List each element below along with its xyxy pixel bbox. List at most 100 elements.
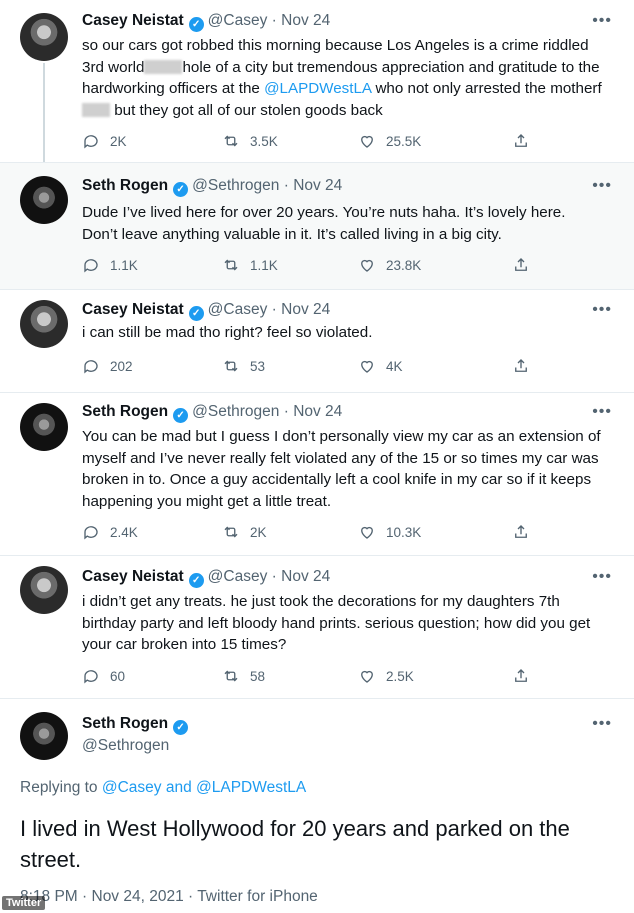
author-name[interactable]: Seth Rogen [82,177,168,194]
avatar-casey[interactable] [20,300,68,348]
heart-icon [361,526,373,539]
share-icon [515,134,527,147]
reply-icon [84,360,98,374]
author-handle[interactable]: @Casey [208,301,268,318]
more-options-icon[interactable]: ••• [592,12,612,30]
reply-icon [84,259,98,273]
like-button[interactable]: 2.5K [358,667,414,685]
share-button[interactable] [512,523,530,541]
retweet-button[interactable]: 3.5K [222,132,278,150]
tweet-actions: 2.4K 2K 10.3K [82,523,552,543]
more-options-icon[interactable]: ••• [592,715,612,733]
verified-icon: ✓ [188,573,204,588]
retweet-button[interactable]: 1.1K [222,256,278,274]
avatar-casey[interactable] [20,566,68,614]
separator-dot: · [271,12,277,29]
verified-icon: ✓ [188,17,204,32]
reply-button[interactable]: 2K [82,132,127,150]
more-options-icon[interactable]: ••• [592,177,612,195]
author-handle[interactable]: @Sethrogen [192,177,279,194]
tweet-actions: 202 53 4K [82,357,552,377]
like-count: 25.5K [386,133,422,149]
separator-dot: · [283,177,289,194]
like-button[interactable]: 23.8K [358,256,421,274]
tweet-date[interactable]: Nov 24 [281,12,330,29]
tweet-2[interactable]: Seth Rogen ✓ @Sethrogen · Nov 24 ••• Dude … [0,163,634,289]
retweet-icon [224,360,238,372]
retweet-icon [224,259,238,271]
reply-icon [84,526,98,540]
like-count: 23.8K [386,257,422,273]
share-button[interactable] [512,256,530,274]
verified-icon: ✓ [173,720,189,735]
tweet-header: Casey Neistat ✓ @Casey · Nov 24 [82,568,330,588]
share-button[interactable] [512,132,530,150]
more-options-icon[interactable]: ••• [592,301,612,319]
tweet-text: You can be mad but I guess I don’t perso… [82,428,601,510]
retweet-button[interactable]: 58 [222,667,265,685]
share-icon [515,525,527,538]
author-handle[interactable]: @Casey [208,568,268,585]
twitter-watermark: Twitter [2,896,46,910]
retweet-button[interactable]: 2K [222,523,267,541]
tweet-date[interactable]: Nov 24 [293,403,342,420]
retweet-count: 3.5K [250,133,278,149]
tweet-timestamp[interactable]: 8:18 PM · Nov 24, 2021 · Twitter for iPh… [20,888,318,906]
author-name[interactable]: Seth Rogen [82,715,168,732]
tweet-date[interactable]: Nov 24 [281,568,330,585]
tweet-4[interactable]: Seth Rogen ✓ @Sethrogen · Nov 24 ••• You c… [0,393,634,555]
like-button[interactable]: 4K [358,357,403,375]
reply-count: 2.4K [110,524,138,540]
tweet-actions: 2K 3.5K 25.5K [82,132,552,152]
reply-count: 1.1K [110,257,138,273]
like-button[interactable]: 25.5K [358,132,421,150]
heart-icon [361,360,373,373]
reply-count: 60 [110,668,126,684]
reply-button[interactable]: 202 [82,357,133,375]
more-options-icon[interactable]: ••• [592,568,612,586]
reply-count: 202 [110,358,133,374]
tweet-text: so our cars got robbed this morning beca… [82,37,602,119]
like-button[interactable]: 10.3K [358,523,421,541]
reply-count: 2K [110,133,127,149]
tweet-date[interactable]: Nov 24 [281,301,330,318]
tweet-header: Seth Rogen ✓ @Sethrogen · Nov 24 [82,403,342,423]
retweet-count: 58 [250,668,266,684]
author-handle[interactable]: @Sethrogen [82,737,169,755]
tweet-5[interactable]: Casey Neistat ✓ @Casey · Nov 24 ••• i didn… [0,556,634,698]
reply-button[interactable]: 60 [82,667,125,685]
heart-icon [361,135,373,148]
reply-button[interactable]: 2.4K [82,523,138,541]
avatar-seth[interactable] [20,712,68,760]
share-button[interactable] [512,357,530,375]
author-name[interactable]: Casey Neistat [82,301,184,318]
tweet-date[interactable]: Nov 24 [293,177,342,194]
main-tweet-text: I lived in West Hollywood for 20 years a… [20,816,570,872]
avatar-casey[interactable] [20,13,68,61]
more-options-icon[interactable]: ••• [592,403,612,421]
avatar-seth[interactable] [20,403,68,451]
like-count: 4K [386,358,403,374]
author-handle[interactable]: @Casey [208,12,268,29]
replying-to-link[interactable]: @Casey and @LAPDWestLA [102,779,306,796]
like-count: 2.5K [386,668,414,684]
thread-line [43,63,45,163]
avatar-seth[interactable] [20,176,68,224]
retweet-count: 2K [250,524,267,540]
author-name[interactable]: Casey Neistat [82,568,184,585]
replying-label: Replying to [20,779,98,796]
divider [0,698,634,699]
separator-dot: · [271,568,277,585]
author-name[interactable]: Seth Rogen [82,403,168,420]
author-name[interactable]: Casey Neistat [82,12,184,29]
like-count: 10.3K [386,524,422,540]
retweet-button[interactable]: 53 [222,357,265,375]
reply-button[interactable]: 1.1K [82,256,138,274]
tweet-1[interactable]: Casey Neistat ✓ @Casey · Nov 24 ••• so our… [0,0,634,163]
author-handle[interactable]: @Sethrogen [192,403,279,420]
tweet-3[interactable]: Casey Neistat ✓ @Casey · Nov 24 ••• i can … [0,290,634,392]
share-button[interactable] [512,667,530,685]
retweet-count: 53 [250,358,266,374]
mention-link[interactable]: @LAPDWestLA [264,80,371,97]
verified-icon: ✓ [173,182,189,197]
